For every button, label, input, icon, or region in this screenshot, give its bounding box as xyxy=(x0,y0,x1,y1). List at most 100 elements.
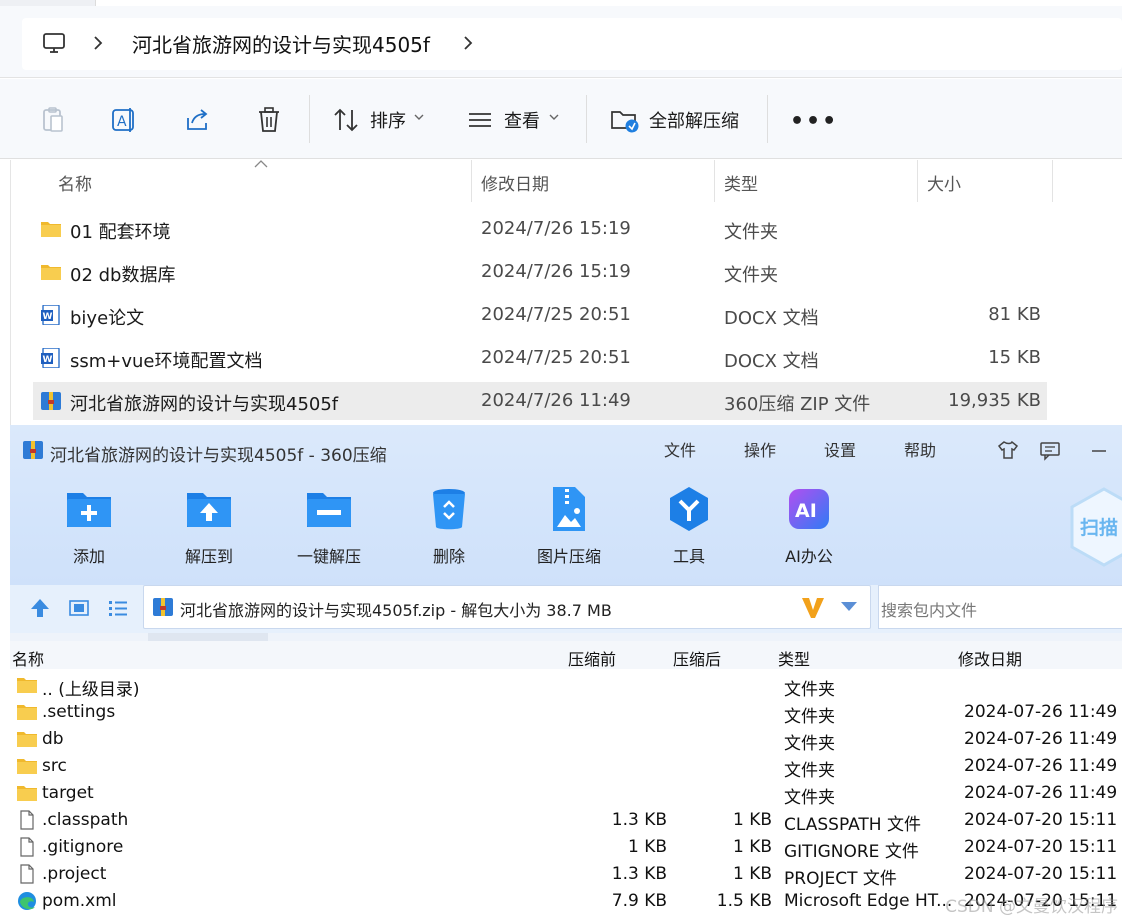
zip-app-icon xyxy=(23,441,43,459)
entry-type: Microsoft Edge HT... xyxy=(784,891,953,911)
chevron-right-icon[interactable] xyxy=(92,35,104,51)
image-compress-icon xyxy=(553,487,585,531)
file-name: 02 db数据库 xyxy=(70,265,176,286)
entry-name: .project xyxy=(42,864,107,884)
add-button[interactable]: 添加 xyxy=(44,485,134,571)
breadcrumb-folder[interactable]: 河北省旅游网的设计与实现4505f xyxy=(132,29,430,58)
entry-modified: 2024-07-20 15:11 xyxy=(964,810,1118,830)
folder-icon xyxy=(41,222,61,237)
archive-path-field[interactable]: 河北省旅游网的设计与实现4505f.zip - 解包大小为 38.7 MB xyxy=(143,585,871,629)
archive-row[interactable]: target 文件夹 2024-07-26 11:49 xyxy=(10,780,1122,808)
recycle-bin-icon xyxy=(433,489,465,530)
menu-help[interactable]: 帮助 xyxy=(904,437,936,461)
archive-row[interactable]: src 文件夹 2024-07-26 11:49 xyxy=(10,753,1122,781)
extract-to-button[interactable]: 解压到 xyxy=(164,485,254,571)
scan-hex-button[interactable]: 扫描 xyxy=(1064,485,1122,569)
folder-icon xyxy=(17,705,37,720)
sort-icon[interactable] xyxy=(331,105,361,135)
tools-button[interactable]: 工具 xyxy=(644,485,734,571)
folder-icon xyxy=(41,265,61,280)
column-header-before[interactable]: 压缩前 xyxy=(568,646,616,670)
svg-text:扫描: 扫描 xyxy=(1080,516,1118,539)
entry-name: .gitignore xyxy=(42,837,124,857)
thumbnail-view-icon[interactable] xyxy=(68,597,90,619)
file-row[interactable]: W ssm+vue环境配置文档 2024/7/25 20:51 DOCX 文档 … xyxy=(33,339,1047,377)
archive-row[interactable]: .settings 文件夹 2024-07-26 11:49 xyxy=(10,699,1122,727)
chevron-down-icon[interactable] xyxy=(549,113,559,121)
menu-settings[interactable]: 设置 xyxy=(824,437,856,461)
folder-icon xyxy=(17,759,37,774)
svg-text:W: W xyxy=(43,312,53,322)
ai-office-button[interactable]: AI AI办公 xyxy=(764,485,854,571)
one-click-folder-icon xyxy=(307,493,351,527)
column-header-type[interactable]: 类型 xyxy=(778,646,810,670)
list-view-icon[interactable] xyxy=(107,597,129,619)
file-size: 81 KB xyxy=(988,304,1041,325)
file-row[interactable]: 02 db数据库 2024/7/26 15:19 文件夹 xyxy=(33,253,1047,291)
archive-row[interactable]: .project 1.3 KB 1 KB PROJECT 文件 2024-07-… xyxy=(10,861,1122,889)
rename-icon[interactable]: A xyxy=(109,105,139,135)
entry-size-before: 1.3 KB xyxy=(611,864,667,884)
column-header-type[interactable]: 类型 xyxy=(724,170,758,195)
delete-icon[interactable] xyxy=(254,105,284,135)
more-options-button[interactable]: ••• xyxy=(790,109,838,134)
archive-search-input[interactable]: 搜索包内文件 xyxy=(878,585,1122,629)
verified-v-icon[interactable] xyxy=(800,594,826,620)
file-list: 名称 修改日期 类型 大小 01 配套环境 2024/7/26 15:19 文件… xyxy=(0,160,1122,430)
feedback-icon[interactable] xyxy=(1039,439,1061,461)
entry-modified: 2024-07-26 11:49 xyxy=(964,729,1118,749)
up-arrow-icon[interactable] xyxy=(29,597,51,619)
share-icon[interactable] xyxy=(182,105,212,135)
toolbar-divider xyxy=(309,95,310,143)
one-click-extract-button[interactable]: 一键解压 xyxy=(284,485,374,571)
delete-button[interactable]: 删除 xyxy=(404,485,494,571)
file-row[interactable]: 01 配套环境 2024/7/26 15:19 文件夹 xyxy=(33,210,1047,248)
column-header-modified[interactable]: 修改日期 xyxy=(481,170,549,195)
file-row[interactable]: W biye论文 2024/7/25 20:51 DOCX 文档 81 KB xyxy=(33,296,1047,334)
minimize-icon[interactable] xyxy=(1088,439,1110,461)
extract-folder-icon[interactable] xyxy=(610,105,640,135)
file-size: 19,935 KB xyxy=(948,390,1041,411)
archive-row[interactable]: .classpath 1.3 KB 1 KB CLASSPATH 文件 2024… xyxy=(10,807,1122,835)
file-name: ssm+vue环境配置文档 xyxy=(70,351,263,372)
menu-operate[interactable]: 操作 xyxy=(744,437,776,461)
horizontal-scrollbar[interactable] xyxy=(10,633,1122,641)
menu-file[interactable]: 文件 xyxy=(664,437,696,461)
file-icon xyxy=(20,810,34,830)
svg-text:A: A xyxy=(117,114,127,130)
column-header-size[interactable]: 大小 xyxy=(927,170,961,195)
entry-size-after: 1 KB xyxy=(732,864,772,884)
column-header-after[interactable]: 压缩后 xyxy=(673,646,721,670)
archive-row[interactable]: .. (上级目录) 文件夹 xyxy=(10,672,1122,700)
command-bar: A 排序 查看 全部解压缩 ••• xyxy=(0,79,1122,159)
dropdown-arrow-icon[interactable] xyxy=(840,600,858,612)
toolbar-divider xyxy=(767,95,768,143)
entry-name: .. (上级目录) xyxy=(42,680,140,700)
this-pc-icon[interactable] xyxy=(42,32,66,54)
skin-shirt-icon[interactable] xyxy=(997,439,1019,461)
view-button[interactable]: 查看 xyxy=(504,107,540,133)
entry-type: 文件夹 xyxy=(784,788,835,808)
chevron-down-icon[interactable] xyxy=(414,113,424,121)
tools-hex-icon xyxy=(670,487,708,531)
file-icon xyxy=(20,864,34,884)
chevron-right-icon[interactable] xyxy=(462,35,474,51)
entry-size-before: 7.9 KB xyxy=(611,891,667,911)
tools-label: 工具 xyxy=(672,547,705,566)
scrollbar-thumb[interactable] xyxy=(148,633,268,641)
entry-type: 文件夹 xyxy=(784,761,835,781)
archive-row[interactable]: db 文件夹 2024-07-26 11:49 xyxy=(10,726,1122,754)
paste-icon[interactable] xyxy=(38,105,68,135)
column-header-modified[interactable]: 修改日期 xyxy=(958,646,1022,670)
word-doc-icon: W xyxy=(41,348,60,368)
breadcrumb[interactable]: 河北省旅游网的设计与实现4505f xyxy=(22,18,1122,70)
view-icon[interactable] xyxy=(465,105,495,135)
toolbar-divider xyxy=(586,95,587,143)
file-row-selected[interactable]: 河北省旅游网的设计与实现4505f 2024/7/26 11:49 360压缩 … xyxy=(33,382,1047,420)
extract-all-button[interactable]: 全部解压缩 xyxy=(649,107,739,133)
sort-button[interactable]: 排序 xyxy=(370,107,406,133)
image-compress-button[interactable]: 图片压缩 xyxy=(524,485,614,571)
archive-row[interactable]: .gitignore 1 KB 1 KB GITIGNORE 文件 2024-0… xyxy=(10,834,1122,862)
column-header-name[interactable]: 名称 xyxy=(58,170,92,195)
column-header-name[interactable]: 名称 xyxy=(12,646,44,670)
